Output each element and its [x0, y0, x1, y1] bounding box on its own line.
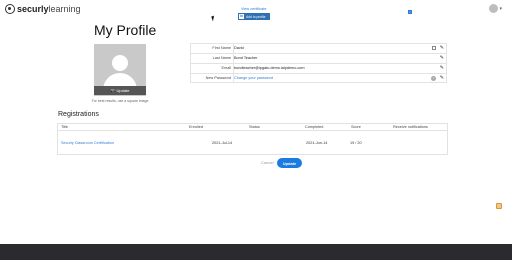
- page-title: My Profile: [94, 22, 157, 38]
- column-receive-notifications: Receive notifications: [393, 125, 428, 129]
- first-name-row: First Name David ✎: [190, 43, 447, 53]
- info-icon[interactable]: i: [431, 76, 436, 81]
- edit-first-name-icon[interactable]: ✎: [440, 45, 444, 52]
- chevron-down-icon: ▾: [499, 5, 502, 12]
- column-status: Status: [249, 125, 260, 129]
- change-password-link[interactable]: Change your password: [234, 74, 273, 83]
- edit-last-name-icon[interactable]: ✎: [440, 55, 444, 62]
- column-completed: Completed: [305, 125, 324, 129]
- update-button[interactable]: Update: [277, 158, 302, 168]
- footer-bar: [0, 244, 512, 260]
- logo-icon: [5, 4, 15, 14]
- table-header: Title Enrolled Status Completed Score Re…: [57, 123, 448, 131]
- linkedin-icon: in: [239, 14, 244, 19]
- logo-text-bold: securly: [17, 4, 49, 14]
- id-card-icon: [432, 46, 436, 50]
- table-row: Securly Classroom Certification 2021-Jul…: [57, 131, 448, 155]
- last-name-field[interactable]: Bond Teacher: [234, 54, 257, 63]
- view-certificate-link[interactable]: View certificate: [241, 7, 266, 11]
- profile-form: First Name David ✎ Last Name Bond Teache…: [190, 43, 447, 83]
- avatar-icon: [489, 4, 499, 13]
- add-to-linkedin-button[interactable]: in Add to profile: [238, 13, 270, 20]
- last-name-row: Last Name Bond Teacher ✎: [190, 53, 447, 63]
- column-score: Score: [351, 125, 361, 129]
- first-name-field[interactable]: David: [234, 44, 244, 53]
- email-field[interactable]: bondteacher@ipgatu.demo.lalpdemo.com: [234, 64, 305, 73]
- email-row: Email bondteacher@ipgatu.demo.lalpdemo.c…: [190, 63, 447, 73]
- photo-hint-text: For best results, use a square image: [91, 99, 149, 103]
- course-title-link[interactable]: Securly Classroom Certification: [61, 140, 114, 146]
- column-title: Title: [61, 125, 69, 129]
- password-row: New Password Change your password i ✎: [190, 73, 447, 83]
- registrations-table: Title Enrolled Status Completed Score Re…: [57, 123, 448, 155]
- score-value: 19 / 20: [350, 141, 362, 145]
- receive-notifications-checkbox[interactable]: ✓: [408, 10, 412, 14]
- cancel-button[interactable]: Cancel: [261, 160, 273, 165]
- edit-email-icon[interactable]: ✎: [440, 65, 444, 72]
- account-menu[interactable]: ▾: [489, 4, 502, 13]
- first-name-label: First Name: [212, 46, 231, 50]
- photo-update-label: Update: [116, 88, 130, 93]
- registrations-heading: Registrations: [58, 111, 99, 118]
- securly-learning-logo[interactable]: securly learning: [5, 4, 81, 14]
- edit-password-icon[interactable]: ✎: [440, 75, 444, 82]
- photo-update-button[interactable]: 📷 Update: [94, 86, 146, 95]
- camera-icon: 📷: [110, 88, 116, 93]
- enrolled-date: 2021-Jul-14: [212, 141, 233, 145]
- completed-date: 2021-Jun-14: [306, 141, 328, 145]
- chat-widget-icon[interactable]: [496, 203, 502, 209]
- avatar-head-shape: [112, 55, 128, 71]
- add-to-profile-label: Add to profile: [246, 14, 266, 19]
- email-label: Email: [221, 66, 232, 70]
- logo-text-light: learning: [48, 4, 81, 14]
- new-password-label: New Password: [205, 76, 231, 80]
- column-enrolled: Enrolled: [189, 125, 203, 129]
- last-name-label: Last Name: [212, 56, 231, 60]
